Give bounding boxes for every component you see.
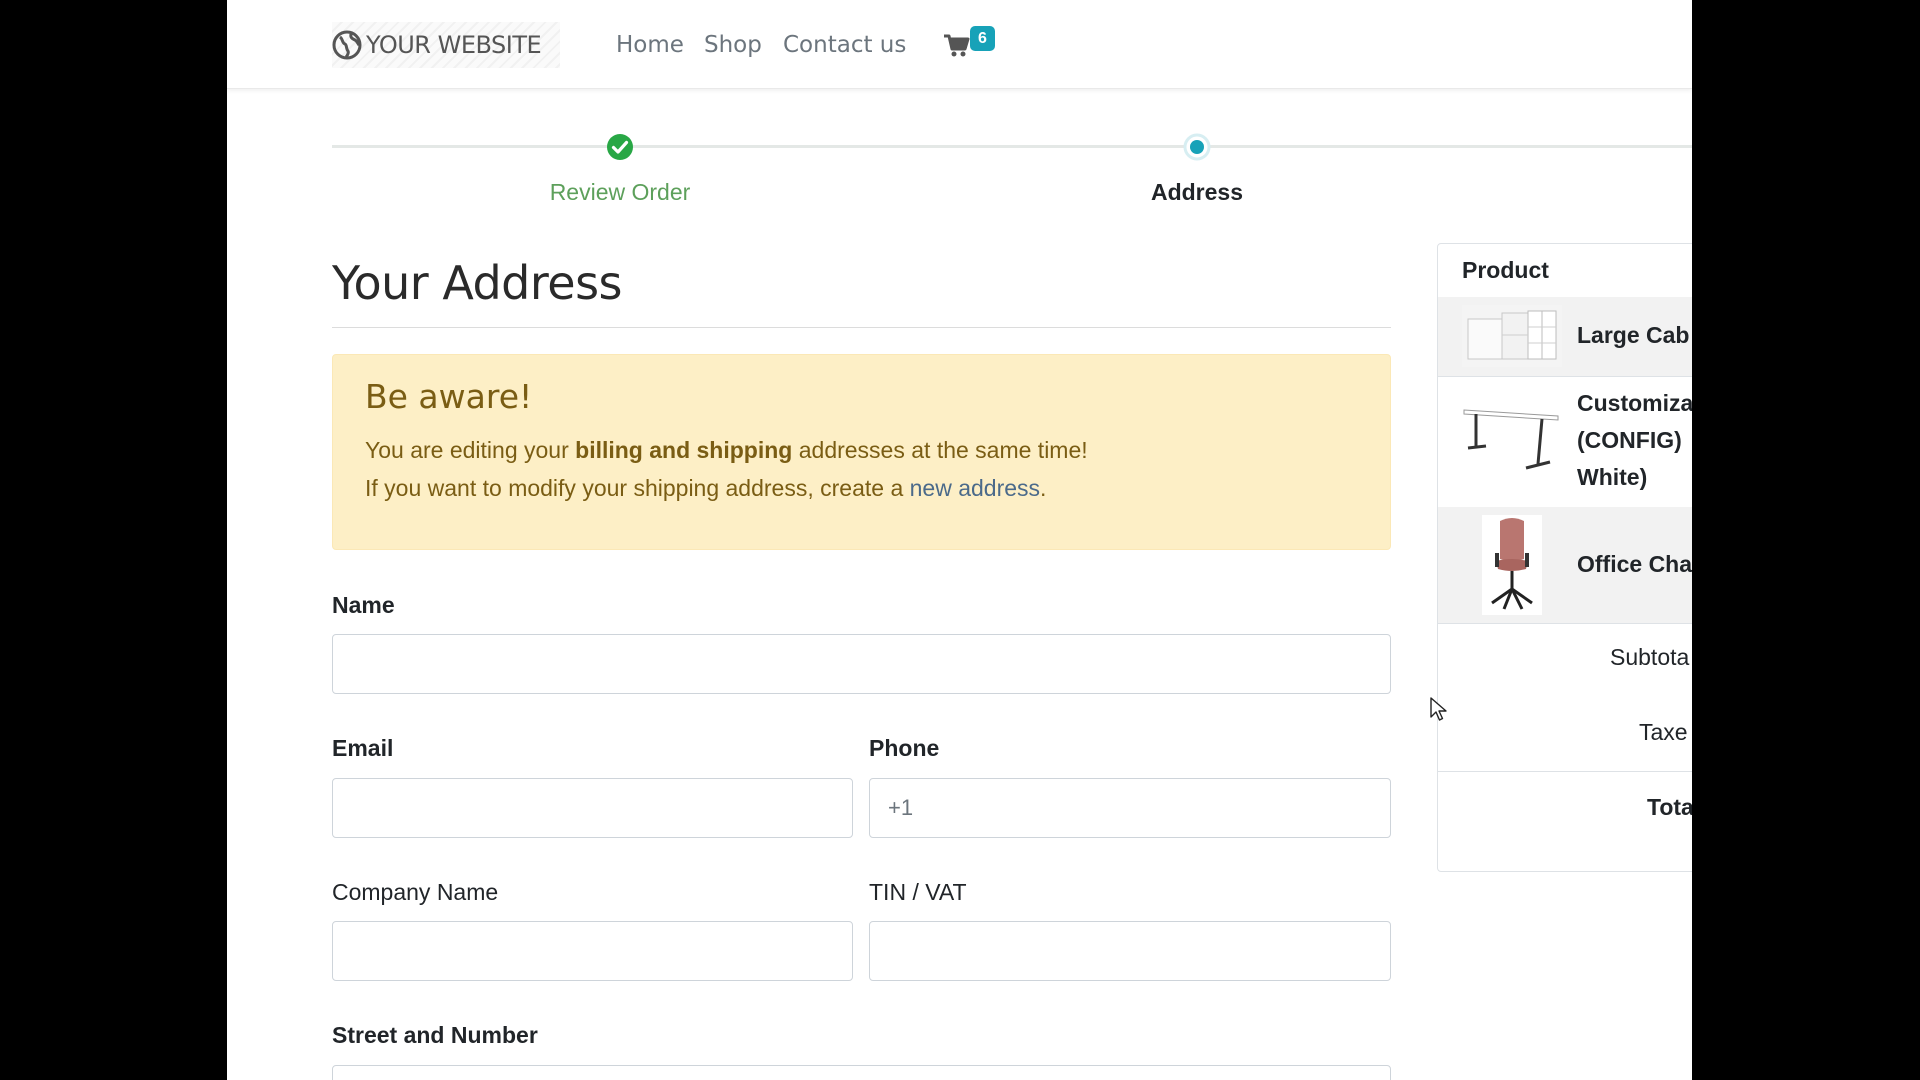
summary-header-label: Product: [1462, 257, 1549, 283]
page-title: Your Address: [332, 256, 623, 310]
email-field[interactable]: [332, 778, 853, 838]
phone-field[interactable]: [869, 778, 1391, 838]
order-summary: Product Large Cab Customiza (CONFIG) Whi…: [1437, 243, 1692, 872]
alert-text: If you want to modify your shipping addr…: [365, 475, 910, 501]
nav-contact-us[interactable]: Contact us: [783, 32, 906, 58]
product-row: Customiza (CONFIG) White): [1438, 376, 1692, 508]
summary-header: Product: [1438, 244, 1692, 298]
step-address: Address: [1150, 179, 1244, 205]
subtotal-label: Subtota: [1610, 644, 1690, 670]
total-label: Tota: [1647, 794, 1692, 820]
product-name[interactable]: Large Cab: [1577, 317, 1689, 354]
cart-count-badge: 6: [970, 26, 995, 51]
product-name-line: (CONFIG): [1577, 427, 1682, 453]
site-logo[interactable]: YOUR WEBSITE: [332, 22, 560, 68]
company-name-label: Company Name: [332, 879, 499, 905]
taxes-label: Taxe: [1639, 719, 1688, 745]
logo-text: YOUR WEBSITE: [366, 31, 542, 59]
alert-line-1: You are editing your billing and shippin…: [365, 437, 1088, 464]
name-field[interactable]: [332, 634, 1391, 694]
company-name-field[interactable]: [332, 921, 853, 981]
alert-text: addresses at the same time!: [792, 437, 1088, 463]
title-divider: [332, 327, 1391, 328]
product-image-cabinet[interactable]: [1462, 305, 1562, 367]
check-circle-icon: [607, 134, 633, 160]
name-label: Name: [332, 592, 395, 618]
product-row: Large Cab: [1438, 297, 1692, 377]
alert-line-2: If you want to modify your shipping addr…: [365, 475, 1046, 502]
tin-vat-label: TIN / VAT: [869, 879, 967, 905]
product-name-line: Large Cab: [1577, 322, 1690, 348]
product-image-office-chair[interactable]: [1462, 515, 1562, 615]
product-name-line: Customiza: [1577, 390, 1692, 416]
product-name-line: Office Cha: [1577, 551, 1692, 577]
alert-heading: Be aware!: [365, 377, 533, 416]
checkout-page: YOUR WEBSITE Home Shop Contact us 6 Revi…: [227, 0, 1692, 1080]
summary-divider: [1438, 771, 1692, 772]
globe-icon: [332, 30, 362, 60]
cart-icon: [944, 34, 970, 57]
street-label: Street and Number: [332, 1022, 538, 1048]
radio-current-icon: [1183, 133, 1211, 161]
alert-text: .: [1040, 475, 1047, 501]
new-address-link[interactable]: new address: [910, 475, 1040, 501]
product-name[interactable]: Office Cha: [1577, 546, 1692, 583]
product-image-desk[interactable]: [1462, 402, 1562, 482]
cart-button[interactable]: 6: [944, 26, 1004, 62]
mouse-cursor-icon: [1430, 697, 1447, 721]
nav-shop[interactable]: Shop: [704, 32, 762, 58]
product-name-line: White): [1577, 464, 1648, 490]
tin-vat-field[interactable]: [869, 921, 1391, 981]
phone-label: Phone: [869, 735, 940, 761]
checkout-progress-line: [332, 145, 1692, 148]
product-row: Office Cha: [1438, 507, 1692, 624]
warning-alert: Be aware! You are editing your billing a…: [332, 354, 1391, 550]
alert-emphasis: billing and shipping: [575, 437, 793, 463]
alert-text: You are editing your: [365, 437, 576, 463]
site-header: YOUR WEBSITE Home Shop Contact us 6: [227, 0, 1692, 89]
product-name[interactable]: Customiza (CONFIG) White): [1577, 385, 1692, 496]
nav-home[interactable]: Home: [616, 32, 684, 58]
street-field[interactable]: [332, 1065, 1391, 1080]
step-review-order: Review Order: [549, 179, 691, 205]
email-label: Email: [332, 735, 394, 761]
